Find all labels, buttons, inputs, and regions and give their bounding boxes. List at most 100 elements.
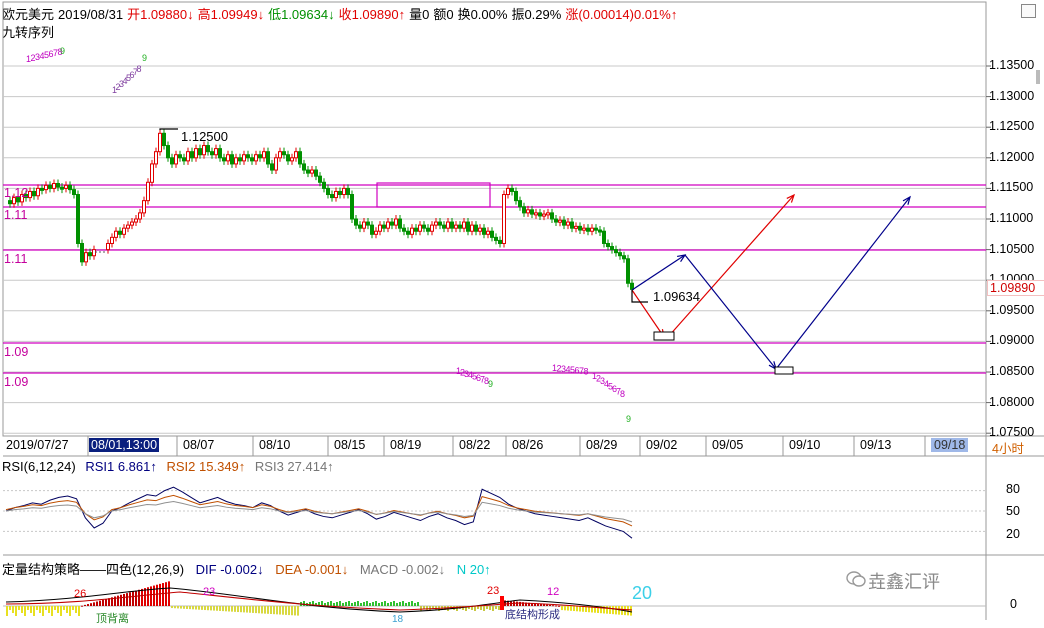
macd-title: 定量结构策略——四色(12,26,9) bbox=[2, 562, 185, 577]
candle-body bbox=[346, 187, 350, 196]
macd-bar bbox=[276, 606, 278, 615]
macd-bar bbox=[570, 606, 572, 611]
candle-body bbox=[338, 190, 342, 196]
macd-bar bbox=[228, 606, 230, 612]
candle-body bbox=[390, 221, 394, 226]
candle-body bbox=[526, 209, 530, 214]
candle-body bbox=[546, 212, 550, 216]
date-label: 09/05 bbox=[712, 438, 744, 452]
candle-body bbox=[326, 187, 330, 196]
macd-bar bbox=[195, 606, 197, 610]
candle-body bbox=[510, 187, 514, 192]
candle-body bbox=[302, 163, 306, 171]
macd-bar bbox=[222, 606, 224, 612]
macd-bar bbox=[297, 606, 299, 616]
candle-body bbox=[482, 227, 486, 235]
candle-body bbox=[466, 221, 470, 232]
candle-body bbox=[174, 154, 178, 165]
macd-bar bbox=[267, 606, 269, 614]
candle-body bbox=[210, 151, 214, 156]
macd-bar bbox=[51, 606, 53, 616]
macd-bar bbox=[612, 606, 614, 615]
date-label: 08/22 bbox=[459, 438, 491, 452]
macd-bar bbox=[72, 606, 74, 610]
macd-bar bbox=[18, 606, 20, 610]
price-axis-label: 1.12500 bbox=[989, 119, 1035, 134]
macd-bar bbox=[156, 584, 158, 606]
macd-bar bbox=[21, 606, 23, 613]
macd-bar bbox=[606, 606, 608, 614]
candle-body bbox=[88, 252, 92, 257]
candle-body bbox=[594, 227, 598, 231]
macd-bar bbox=[375, 601, 377, 606]
hline-label-5: 1.09 bbox=[4, 375, 29, 389]
candle-body bbox=[254, 154, 258, 162]
macd-bar bbox=[369, 603, 371, 606]
candle-body bbox=[64, 184, 68, 189]
macd-bar bbox=[99, 600, 101, 606]
candle-body bbox=[290, 157, 294, 162]
candle-body bbox=[258, 154, 262, 159]
candle-body bbox=[398, 218, 402, 229]
macd-bar bbox=[69, 606, 71, 616]
macd-bar bbox=[483, 606, 485, 611]
low-annotation: 1.09634 bbox=[653, 289, 700, 304]
date-label: 08/15 bbox=[334, 438, 366, 452]
candle-body bbox=[48, 184, 52, 189]
macd-bar bbox=[144, 588, 146, 606]
seq-digit: 9 bbox=[626, 414, 631, 424]
macd-bar bbox=[54, 606, 56, 610]
macd-bar bbox=[63, 606, 65, 610]
macd-bar bbox=[48, 606, 50, 613]
current-price-tag: 1.09890 bbox=[987, 280, 1044, 296]
rsi2-value: RSI2 15.349↑ bbox=[166, 459, 246, 474]
candle-body bbox=[518, 200, 522, 208]
candle-body bbox=[162, 132, 166, 147]
rsi-title: RSI(6,12,24) bbox=[2, 459, 76, 474]
candle-body bbox=[226, 154, 230, 162]
candle-body bbox=[478, 227, 482, 232]
candle-body bbox=[80, 242, 84, 263]
dif-value: DIF -0.002↓ bbox=[195, 562, 264, 577]
candle-body bbox=[130, 221, 134, 226]
macd-bar bbox=[474, 606, 476, 611]
macd-bar bbox=[333, 603, 335, 606]
macd-bar bbox=[261, 606, 263, 614]
macd-bar bbox=[354, 602, 356, 606]
macd-bar bbox=[363, 602, 365, 606]
price-axis-label: 1.11000 bbox=[989, 211, 1034, 225]
macd-bar bbox=[282, 606, 284, 615]
projection-arrow bbox=[684, 254, 777, 370]
macd-bar bbox=[279, 606, 281, 615]
macd-bar bbox=[273, 606, 275, 615]
macd-bar bbox=[24, 606, 26, 616]
date-label: 08/07 bbox=[183, 438, 215, 452]
date-label-selected[interactable]: 08/01,13:00 bbox=[89, 438, 160, 452]
macd-tag: 23 bbox=[203, 586, 216, 598]
price-chart[interactable]: 1 2 3 4 5 6 7 891234567891234567891 2 3 4 5 6 7 8 12345… bbox=[0, 0, 1044, 628]
date-label: 08/19 bbox=[390, 438, 422, 452]
macd-bar bbox=[132, 591, 134, 606]
projection-arrow-head bbox=[677, 254, 687, 262]
macd-bar bbox=[234, 606, 236, 612]
hline-label-2: 1.11 bbox=[4, 208, 28, 222]
dea-value: DEA -0.001↓ bbox=[275, 562, 349, 577]
candle-body bbox=[530, 209, 534, 215]
date-label: 09/02 bbox=[646, 438, 678, 452]
candle-body bbox=[538, 212, 542, 217]
candle-body bbox=[514, 190, 518, 202]
timeframe-button[interactable]: 4小时 bbox=[992, 438, 1024, 457]
macd-tag: 26 bbox=[74, 588, 87, 600]
candle-body bbox=[72, 189, 76, 196]
date-label: 09/10 bbox=[789, 438, 821, 452]
candle-body bbox=[282, 151, 286, 156]
macd-bar bbox=[345, 602, 347, 606]
candle-body bbox=[142, 200, 146, 214]
macd-bar bbox=[360, 603, 362, 606]
macd-bar bbox=[186, 606, 188, 609]
candle-body bbox=[334, 190, 338, 199]
macd-bar bbox=[219, 606, 221, 611]
macd-bar bbox=[120, 594, 122, 606]
watermark: 垚鑫汇评 bbox=[868, 572, 940, 592]
macd-bar bbox=[357, 601, 359, 606]
